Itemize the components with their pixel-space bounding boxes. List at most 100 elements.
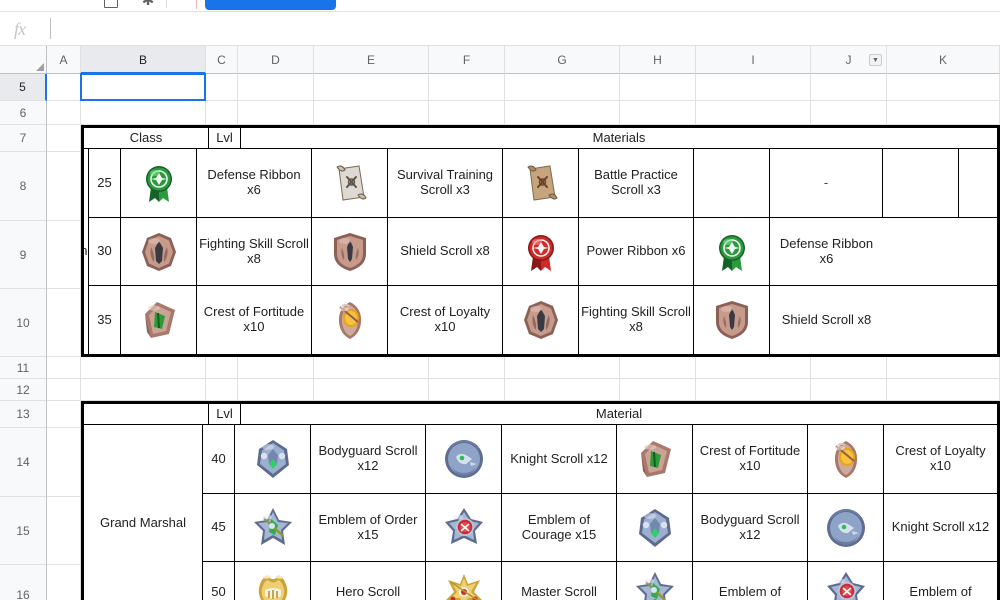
- crest-of-loyalty-icon: [312, 286, 388, 354]
- material-label: Crest of Fortitude x10: [197, 286, 312, 354]
- column-header-C[interactable]: C: [206, 46, 238, 74]
- shield-scroll-icon: [312, 218, 388, 285]
- defense-ribbon-icon: [694, 218, 770, 285]
- survival-training-scroll-icon: [312, 149, 388, 217]
- master-scroll-icon: [426, 562, 502, 600]
- material-label: Defense Ribbon x6: [197, 149, 312, 217]
- column-header-A[interactable]: A: [47, 46, 81, 74]
- material-label: Master Scroll: [502, 562, 617, 600]
- material-label: Emblem of Order x15: [311, 494, 426, 561]
- column-header-label: K: [938, 53, 947, 67]
- column-header-label: I: [751, 53, 755, 67]
- toolbar-strip: ✱ filter: [0, 0, 1000, 12]
- column-header-J[interactable]: J ▼: [811, 46, 887, 74]
- row-header-12[interactable]: 12: [0, 379, 47, 401]
- row-header-9[interactable]: 9: [0, 221, 47, 289]
- level-cell: 50: [203, 562, 235, 600]
- row-header-label: 10: [16, 315, 30, 330]
- row-header-13[interactable]: 13: [0, 401, 47, 428]
- row-header-16[interactable]: 16: [0, 565, 47, 600]
- column-header-B[interactable]: B: [81, 46, 206, 74]
- column-header-label: H: [653, 53, 662, 67]
- column-header-D[interactable]: D: [238, 46, 314, 74]
- header-lvl: Lvl: [209, 404, 241, 424]
- class-name-cell: Grand Marshal: [84, 425, 203, 600]
- material-label: Survival Training Scroll x3: [388, 149, 503, 217]
- level-cell: 25: [89, 149, 121, 217]
- chevron-down-icon[interactable]: ▼: [869, 54, 882, 66]
- material-label: Crest of Loyalty x10: [895, 443, 986, 473]
- table-row: 40 Bodyguard Scroll x12 Knight Scroll x1…: [203, 425, 997, 494]
- column-header-F[interactable]: F: [429, 46, 505, 74]
- row-header-label: 11: [16, 360, 30, 375]
- print-icon[interactable]: [104, 0, 118, 8]
- row-header-label: 16: [16, 587, 30, 600]
- column-header-I[interactable]: I: [696, 46, 811, 74]
- table-row: 30 Fighting Skill Scroll x8 Shield Scrol…: [89, 218, 1000, 286]
- row-header-label: 9: [19, 247, 27, 262]
- table-body: General25 Defense Ribbon x6 Survival Tra…: [84, 149, 1000, 354]
- header-lvl: Lvl: [209, 128, 241, 148]
- row-header-column: 5 6 7 8 9 10 11 12 13 14 15 16: [0, 74, 47, 600]
- formula-input[interactable]: [65, 20, 985, 38]
- material-label: Fighting Skill Scroll x8: [579, 286, 694, 354]
- paint-format-icon[interactable]: ✱: [141, 0, 155, 8]
- fighting-skill-scroll-icon: [503, 286, 579, 354]
- row-header-14[interactable]: 14: [0, 428, 47, 497]
- knight-scroll-icon: [808, 494, 884, 561]
- table-row: 45 Emblem of Order x15 Emblem of Courage…: [203, 494, 997, 562]
- level-cell: 40: [203, 425, 235, 493]
- material-label: Shield Scroll x8: [388, 218, 503, 285]
- material-label: -: [770, 149, 883, 217]
- header-materials: Materials: [592, 129, 646, 145]
- battle-practice-scroll-icon: [503, 149, 579, 217]
- header-materials: Material: [595, 405, 643, 421]
- material-label: Knight Scroll x12: [891, 519, 990, 535]
- row-header-7[interactable]: 7: [0, 125, 47, 152]
- material-label: Bodyguard Scroll x12: [311, 425, 426, 493]
- row-header-6[interactable]: 6: [0, 101, 47, 125]
- hero-scroll-icon: [235, 562, 311, 600]
- fx-icon: fx: [14, 19, 26, 39]
- column-header-label: E: [366, 53, 375, 67]
- crest-of-fortitude-icon: [617, 425, 693, 493]
- column-header-E[interactable]: E: [314, 46, 429, 74]
- material-label: Emblem of: [909, 583, 972, 599]
- active-cell-B5[interactable]: [80, 73, 206, 101]
- table-row: 25 Defense Ribbon x6 Survival Training S…: [89, 149, 1000, 218]
- filter-button[interactable]: filter: [205, 0, 336, 10]
- column-header-label: F: [462, 53, 471, 67]
- table-rows: 40 Bodyguard Scroll x12 Knight Scroll x1…: [203, 425, 997, 600]
- row-header-label: 12: [16, 382, 30, 397]
- column-header-K[interactable]: K: [887, 46, 1000, 74]
- formula-bar: fx: [0, 12, 1000, 46]
- row-header-15[interactable]: 15: [0, 497, 47, 565]
- material-label: Defense Ribbon x6: [779, 235, 874, 266]
- none-icon: [883, 149, 959, 217]
- material-label: Fighting Skill Scroll x8: [197, 218, 312, 285]
- column-header-label: J: [845, 53, 852, 67]
- material-label: Bodyguard Scroll x12: [693, 494, 808, 561]
- table-row: 50 Hero Scroll Master Scroll Emblem of E…: [203, 562, 997, 600]
- table-body: Grand Marshal 40 Bodyguard Scroll x12 Kni…: [84, 425, 997, 600]
- column-header-H[interactable]: H: [620, 46, 696, 74]
- emblem-of-courage-icon: [808, 562, 884, 600]
- materials-table-grand-marshal: Lvl Material Grand Marshal 40 Bodyguard Scr…: [81, 401, 1000, 600]
- row-header-label: 6: [19, 105, 27, 120]
- row-header-8[interactable]: 8: [0, 152, 47, 221]
- select-all-corner[interactable]: [0, 46, 47, 74]
- crest-of-loyalty-icon: [808, 425, 884, 493]
- row-header-11[interactable]: 11: [0, 357, 47, 379]
- column-header-label: C: [217, 53, 226, 67]
- row-header-label: 7: [19, 131, 27, 145]
- material-label: Shield Scroll x8: [781, 311, 872, 327]
- cell-area[interactable]: ClassLvlMaterialsGeneral25 Defense Ribbo…: [47, 73, 1000, 600]
- fighting-skill-scroll-icon: [121, 218, 197, 285]
- column-header-G[interactable]: G: [505, 46, 620, 74]
- material-label: Hero Scroll: [311, 562, 426, 600]
- row-header-5[interactable]: 5: [0, 74, 47, 101]
- row-header-label: 8: [19, 179, 27, 193]
- row-header-10[interactable]: 10: [0, 289, 47, 357]
- column-header-label: G: [557, 53, 567, 67]
- material-label: Knight Scroll x12: [502, 425, 617, 493]
